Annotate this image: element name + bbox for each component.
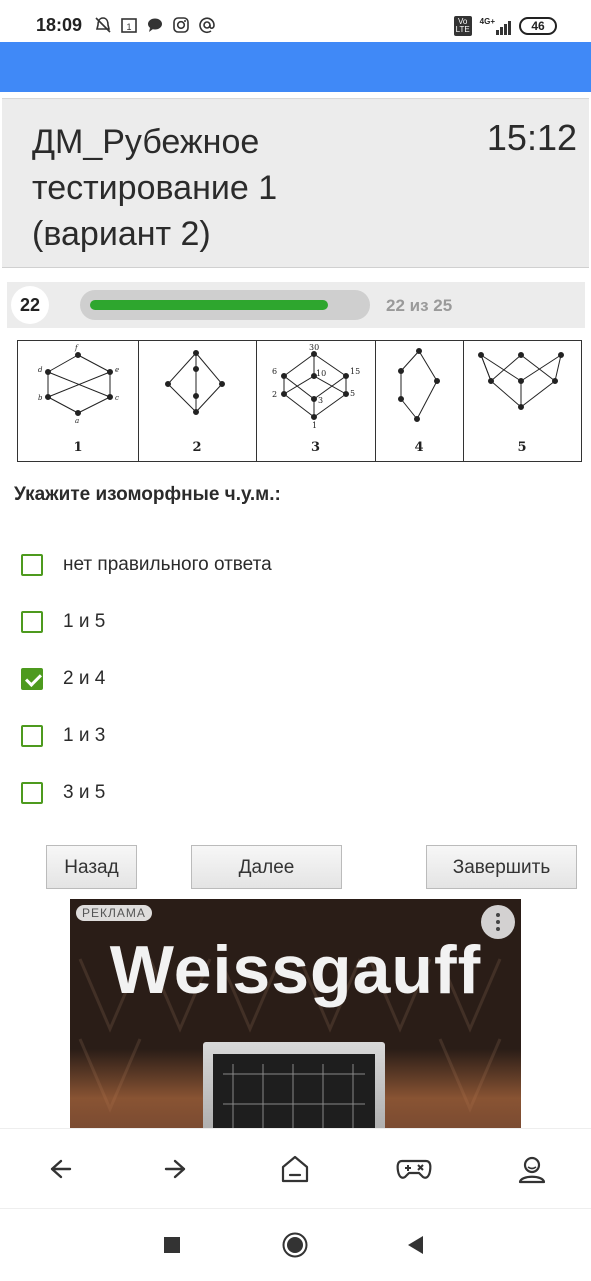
system-back-icon[interactable] [402,1231,430,1259]
checkbox[interactable] [21,611,43,633]
poset3-label-1: 1 [312,421,317,430]
poset3-label-30: 30 [309,343,319,352]
poset-diagram-3: 30 6 10 15 2 3 5 1 [272,343,360,430]
poset-cell-4: 4 [375,341,464,461]
checkbox[interactable] [21,668,43,690]
status-time: 18:09 [36,15,83,35]
poset-diagram-5 [478,352,564,410]
poset-cell-5: 5 [463,341,581,461]
answer-label: 2 и 4 [63,668,106,689]
poset-cell-1: f d e b c a 1 [18,341,139,461]
at-sign-icon [198,16,216,34]
progress-row: 22 22 из 25 [7,282,585,328]
poset-label-2: 2 [192,440,202,455]
poset1-label-a: a [75,417,79,425]
poset-diagram-4 [398,348,440,422]
checkbox[interactable] [21,554,43,576]
back-button[interactable]: Назад [46,845,137,889]
question-number-badge: 22 [11,286,49,324]
answer-label: 1 и 5 [63,611,106,632]
page-title: ДМ_Рубежное тестирование 1 (вариант 2) [32,123,278,253]
countdown-timer: 15:12 [486,117,577,158]
poset-cell-2: 2 [138,341,257,461]
gamepad-icon[interactable] [396,1151,432,1187]
answer-option-4[interactable]: 1 и 3 [21,722,105,750]
finish-button[interactable]: Завершить [426,845,577,889]
poset3-label-10: 10 [316,369,326,378]
browser-bottom-nav [0,1128,591,1209]
progress-track [80,290,370,320]
poset-diagram-1: f d e b c a [38,344,119,425]
forward-arrow-icon[interactable] [159,1151,195,1187]
answer-option-5[interactable]: 3 и 5 [21,779,105,807]
svg-text:1: 1 [126,22,131,32]
system-nav-bar [0,1208,591,1281]
poset3-label-6: 6 [272,367,277,376]
poset-label-5: 5 [517,440,527,455]
answer-label: нет правильного ответа [63,554,272,575]
status-bar: 18:09 1 Vo LTE 4G+ 46 [0,0,591,46]
question-text: Укажите изоморфные ч.у.м.: [14,484,281,505]
network-type: 4G+ [479,17,495,26]
poset-cell-3: 30 6 10 15 2 3 5 1 3 [256,341,376,461]
answer-option-3[interactable]: 2 и 4 [21,665,105,693]
browser-toolbar [0,42,591,92]
poset1-label-b: b [38,394,43,402]
progress-fill [90,300,328,310]
answer-label: 1 и 3 [63,725,106,746]
back-arrow-icon[interactable] [41,1151,77,1187]
answer-option-2[interactable]: 1 и 5 [21,608,105,636]
poset3-label-2: 2 [272,390,277,399]
ad-banner[interactable]: РЕКЛАМА Weissgauff [70,899,521,1130]
poset-diagram-2 [165,350,225,415]
ad-tag: РЕКЛАМА [76,905,152,921]
poset3-label-15: 15 [350,367,360,376]
dishwasher-image [203,1042,385,1130]
mute-icon [94,16,112,34]
poset1-label-f: f [74,344,79,352]
chat-icon [146,16,164,34]
home-circle-icon[interactable] [281,1231,309,1259]
instagram-icon [172,16,190,34]
poset-label-3: 3 [310,440,321,455]
poset-label-1: 1 [73,440,83,455]
recents-icon[interactable] [158,1231,186,1259]
poset3-label-5: 5 [350,389,355,398]
posets-figure: f d e b c a 1 2 30 6 10 15 2 3 5 1 3 4 5 [17,340,582,462]
next-button[interactable]: Далее [191,845,342,889]
poset1-label-e: e [115,366,119,374]
poset1-label-d: d [38,366,43,374]
answer-label: 3 и 5 [63,782,106,803]
poset-label-4: 4 [414,440,424,455]
ad-brand: Weissgauff [109,932,482,1008]
checkbox[interactable] [21,725,43,747]
test-header: ДМ_Рубежное тестирование 1 (вариант 2) 1… [2,98,589,268]
signal-icon: 4G+ [480,17,511,35]
poset3-label-3: 3 [318,396,323,405]
profile-icon[interactable] [514,1151,550,1187]
checkbox[interactable] [21,782,43,804]
answer-option-1[interactable]: нет правильного ответа [21,551,272,579]
poset1-label-c: c [115,394,119,402]
calendar-icon: 1 [120,16,138,34]
volte-icon: Vo LTE [453,16,472,36]
progress-label: 22 из 25 [386,296,453,315]
battery-icon: 46 [519,17,557,35]
home-icon[interactable] [277,1151,313,1187]
